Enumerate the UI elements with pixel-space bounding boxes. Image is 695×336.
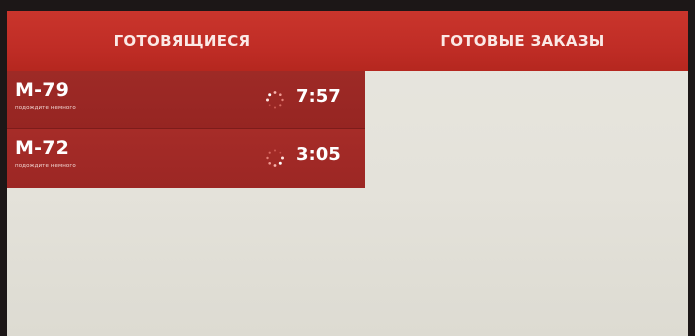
tab-preparing: ГОТОВЯЩИЕСЯ [7, 11, 357, 71]
loading-spinner-icon [266, 149, 284, 167]
order-number: М-79 [15, 79, 70, 101]
order-wait-hint: подождите немного [15, 105, 76, 111]
header-bar: ГОТОВЯЩИЕСЯ ГОТОВЫЕ ЗАКАЗЫ [7, 11, 688, 71]
order-row: М-79 подождите немного 7:57 [7, 71, 365, 129]
preparing-orders-list: М-79 подождите немного 7:57 М-72 подожди… [7, 71, 365, 188]
order-countdown: 7:57 [296, 86, 341, 107]
tab-ready-orders: ГОТОВЫЕ ЗАКАЗЫ [357, 11, 688, 71]
order-wait-hint: подождите немного [15, 163, 76, 169]
tab-preparing-label: ГОТОВЯЩИЕСЯ [113, 32, 251, 50]
order-countdown: 3:05 [296, 144, 341, 165]
order-status-screen: ГОТОВЯЩИЕСЯ ГОТОВЫЕ ЗАКАЗЫ М-79 подождит… [7, 11, 688, 336]
tab-ready-orders-label: ГОТОВЫЕ ЗАКАЗЫ [440, 32, 605, 50]
loading-spinner-icon [266, 91, 284, 109]
order-row: М-72 подождите немного 3:05 [7, 129, 365, 188]
display-bezel: ГОТОВЯЩИЕСЯ ГОТОВЫЕ ЗАКАЗЫ М-79 подождит… [0, 0, 695, 336]
order-number: М-72 [15, 137, 70, 159]
